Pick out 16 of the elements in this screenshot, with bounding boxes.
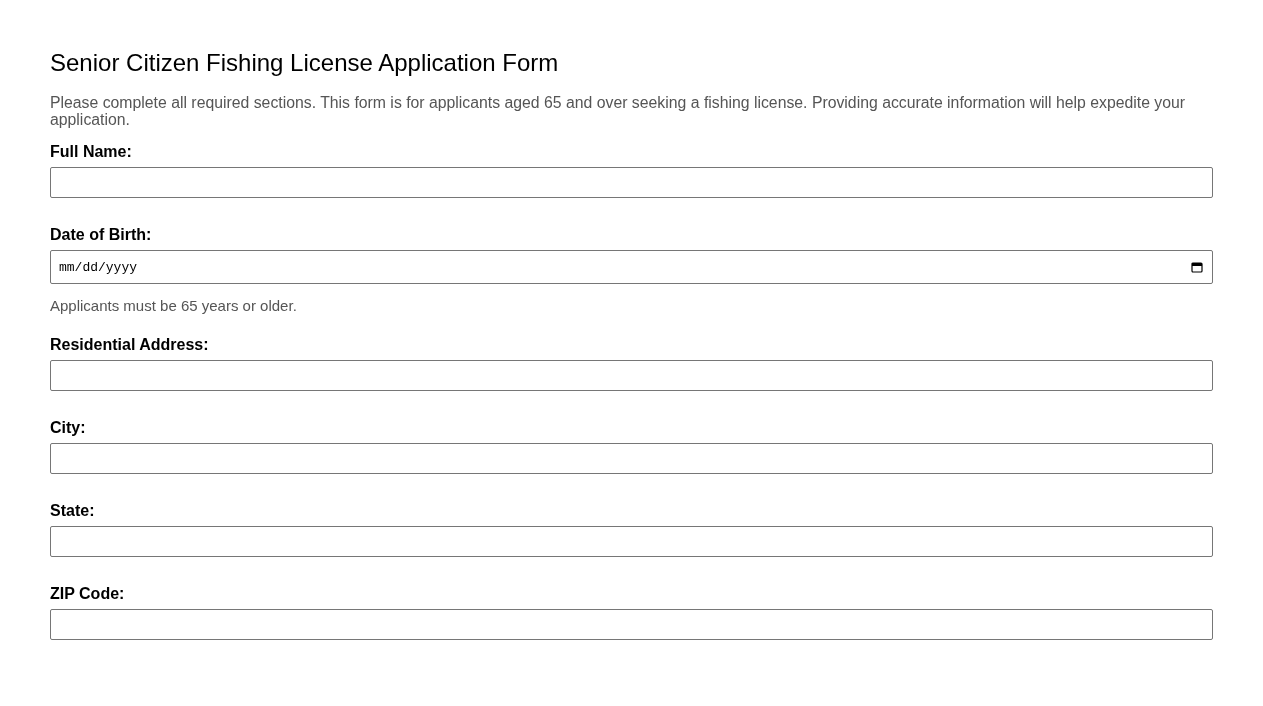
field-label: City: bbox=[50, 418, 87, 437]
field-label: Full Name: bbox=[50, 142, 133, 161]
calendar-icon[interactable] bbox=[1191, 261, 1203, 273]
input-field[interactable] bbox=[50, 609, 1213, 640]
field-label: State: bbox=[50, 501, 96, 520]
input-field[interactable] bbox=[50, 360, 1213, 391]
field-label: Date of Birth: bbox=[50, 225, 153, 244]
field-label: ZIP Code: bbox=[50, 584, 126, 603]
field-hint: Applicants must be 65 years or older. bbox=[50, 297, 298, 314]
date-field[interactable]: mm/dd/yyyy bbox=[50, 250, 1213, 284]
input-field[interactable] bbox=[50, 167, 1213, 198]
input-field[interactable] bbox=[50, 526, 1213, 557]
form-title: Senior Citizen Fishing License Application Form bbox=[50, 49, 560, 77]
input-field[interactable] bbox=[50, 443, 1213, 474]
form-description: Please complete all required sections. This form is for applicants aged 65 and over seeking a fishing license. Providing accurate information will help expedite your application. bbox=[50, 94, 1187, 128]
field-label: Residential Address: bbox=[50, 335, 210, 354]
